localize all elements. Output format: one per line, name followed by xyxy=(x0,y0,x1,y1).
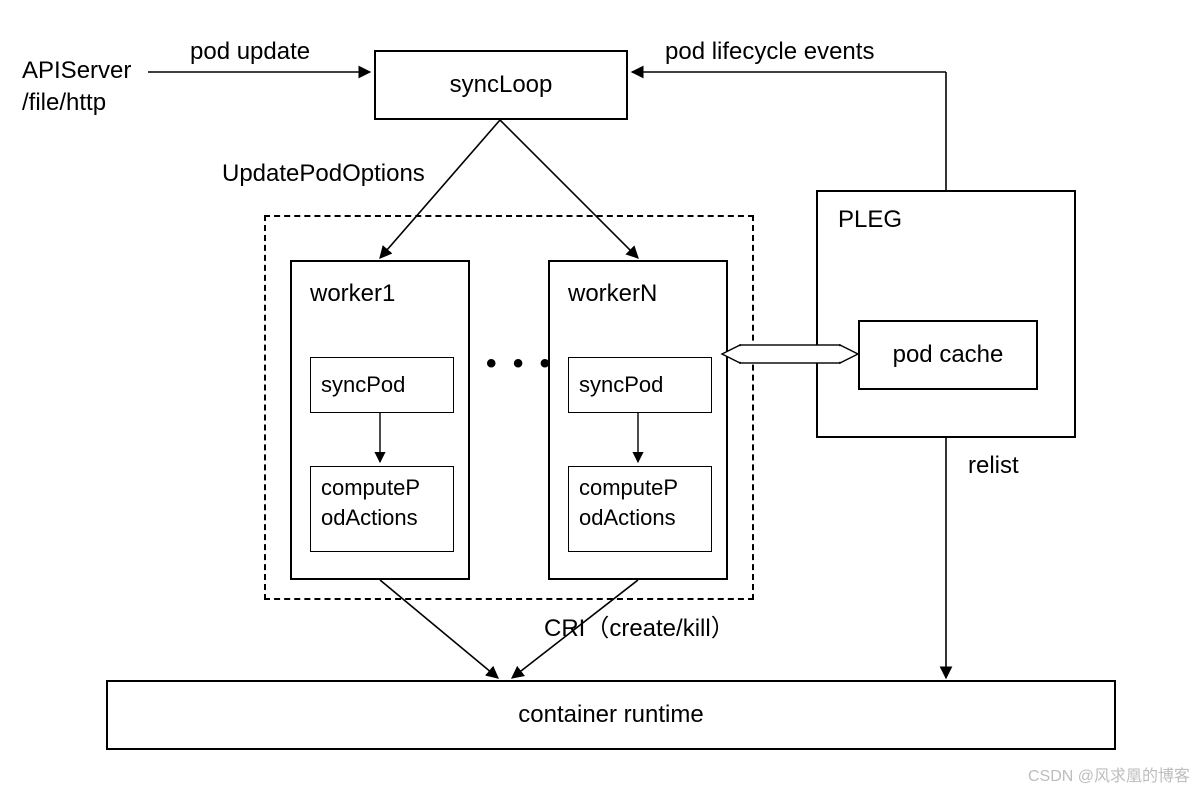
workerN-syncpod-text: syncPod xyxy=(579,372,663,398)
edge-update-pod-options-label: UpdatePodOptions xyxy=(222,160,425,188)
worker1-compute-box: computeP odActions xyxy=(310,466,454,552)
worker1-title: worker1 xyxy=(310,280,395,308)
worker1-syncpod-text: syncPod xyxy=(321,372,405,398)
workerN-title: workerN xyxy=(568,280,657,308)
watermark: CSDN @风求凰的博客 xyxy=(1028,762,1190,786)
pleg-title: PLEG xyxy=(838,206,902,234)
workers-ellipsis: • • • xyxy=(486,347,554,381)
container-runtime-box: container runtime xyxy=(106,680,1116,750)
workerN-box: workerN syncPod computeP odActions xyxy=(548,260,728,580)
container-runtime-text: container runtime xyxy=(518,701,703,729)
worker1-box: worker1 syncPod computeP odActions xyxy=(290,260,470,580)
diagram-canvas: APIServer /file/http pod update pod life… xyxy=(0,0,1204,792)
pod-cache-box: pod cache xyxy=(858,320,1038,390)
syncloop-box: syncLoop xyxy=(374,50,628,120)
edge-pod-update-label: pod update xyxy=(190,38,310,66)
pod-cache-text: pod cache xyxy=(893,341,1004,369)
edge-pod-lifecycle-label: pod lifecycle events xyxy=(665,38,874,66)
apiserver-label: APIServer /file/http xyxy=(22,55,131,120)
edge-cri-label: CRI（create/kill） xyxy=(544,608,735,643)
workerN-compute-box: computeP odActions xyxy=(568,466,712,552)
pleg-box: PLEG pod cache xyxy=(816,190,1076,438)
workerN-syncpod-box: syncPod xyxy=(568,357,712,413)
syncloop-text: syncLoop xyxy=(450,71,553,99)
worker1-syncpod-box: syncPod xyxy=(310,357,454,413)
edge-relist-label: relist xyxy=(968,452,1019,480)
